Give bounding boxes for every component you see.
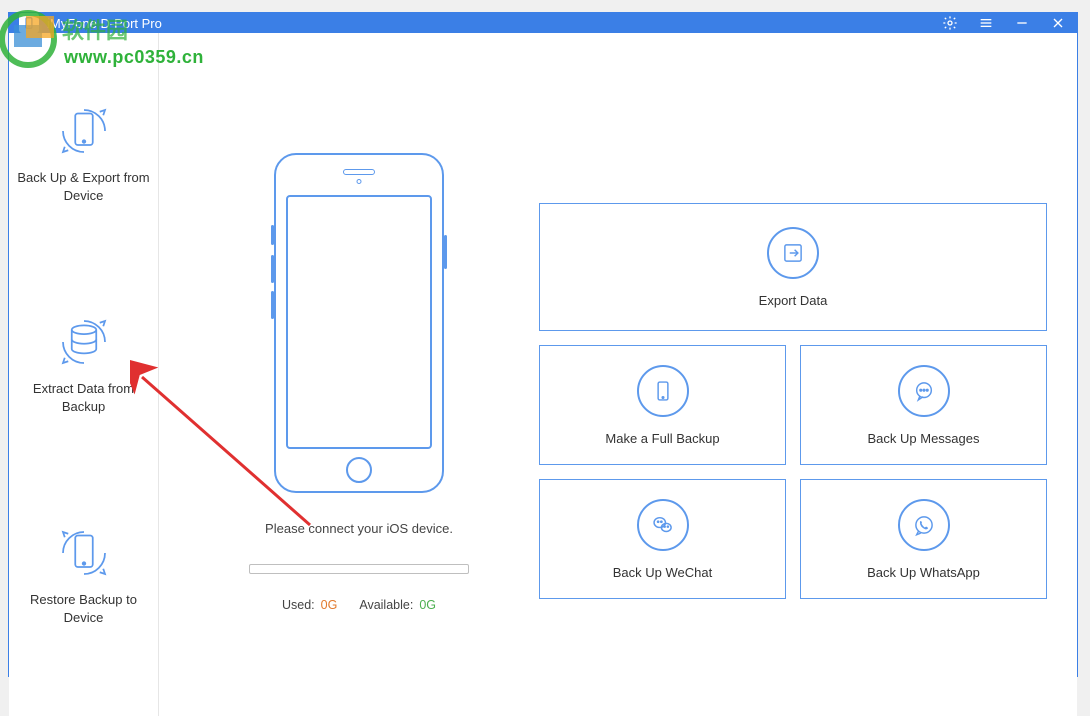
gear-icon[interactable] bbox=[941, 14, 959, 32]
sidebar-item-backup-export[interactable]: Back Up & Export from Device bbox=[9, 83, 158, 234]
phone-icon bbox=[637, 365, 689, 417]
app-body: Back Up & Export from Device Extract Dat… bbox=[9, 33, 1077, 716]
sidebar-item-label: Extract Data from Backup bbox=[17, 380, 150, 415]
whatsapp-icon bbox=[898, 499, 950, 551]
database-extract-icon bbox=[56, 314, 112, 370]
message-icon bbox=[898, 365, 950, 417]
wechat-icon bbox=[637, 499, 689, 551]
sidebar-item-label: Restore Backup to Device bbox=[17, 591, 150, 626]
connect-prompt: Please connect your iOS device. bbox=[265, 521, 453, 536]
card-label: Back Up WeChat bbox=[613, 565, 712, 580]
used-value: 0G bbox=[321, 598, 338, 612]
menu-icon[interactable] bbox=[977, 14, 995, 32]
card-label: Back Up Messages bbox=[868, 431, 980, 446]
sidebar: Back Up & Export from Device Extract Dat… bbox=[9, 33, 159, 716]
export-icon bbox=[767, 227, 819, 279]
close-button[interactable] bbox=[1049, 14, 1067, 32]
titlebar-controls bbox=[941, 14, 1067, 32]
sidebar-item-label: Back Up & Export from Device bbox=[17, 169, 150, 204]
available-label: Available: bbox=[359, 598, 413, 612]
phone-restore-icon bbox=[56, 525, 112, 581]
full-backup-card[interactable]: Make a Full Backup bbox=[539, 345, 786, 465]
card-label: Make a Full Backup bbox=[605, 431, 719, 446]
minimize-button[interactable] bbox=[1013, 14, 1031, 32]
sidebar-item-extract-backup[interactable]: Extract Data from Backup bbox=[9, 294, 158, 445]
phone-export-icon bbox=[56, 103, 112, 159]
app-window: iMyFone D-Port Pro bbox=[8, 12, 1078, 677]
sidebar-item-restore-backup[interactable]: Restore Backup to Device bbox=[9, 505, 158, 656]
backup-whatsapp-card[interactable]: Back Up WhatsApp bbox=[800, 479, 1047, 599]
storage-usage: Used: 0G Available: 0G bbox=[282, 598, 436, 612]
titlebar: iMyFone D-Port Pro bbox=[9, 13, 1077, 33]
export-data-card[interactable]: Export Data bbox=[539, 203, 1047, 331]
window-title: iMyFone D-Port Pro bbox=[47, 16, 941, 31]
app-icon bbox=[19, 13, 39, 33]
backup-messages-card[interactable]: Back Up Messages bbox=[800, 345, 1047, 465]
phone-column: Please connect your iOS device. Used: 0G… bbox=[179, 53, 539, 696]
available-value: 0G bbox=[419, 598, 436, 612]
card-label: Export Data bbox=[759, 293, 828, 308]
actions-column: Export Data Make a Full Backup Back Up M… bbox=[539, 53, 1047, 696]
used-label: Used: bbox=[282, 598, 315, 612]
main-panel: Please connect your iOS device. Used: 0G… bbox=[159, 33, 1077, 716]
phone-illustration bbox=[274, 153, 444, 493]
card-label: Back Up WhatsApp bbox=[867, 565, 980, 580]
storage-progress bbox=[249, 564, 469, 574]
backup-wechat-card[interactable]: Back Up WeChat bbox=[539, 479, 786, 599]
